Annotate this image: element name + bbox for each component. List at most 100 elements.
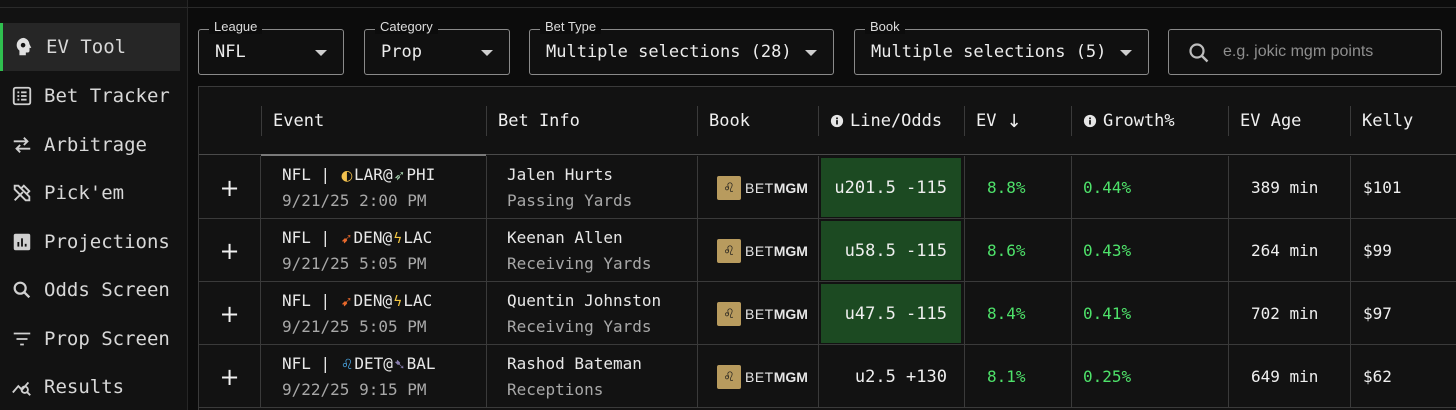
column-separator — [1071, 106, 1072, 136]
row-divider — [964, 345, 965, 408]
book-select[interactable]: Book Multiple selections (5) — [854, 19, 1149, 75]
row-divider — [1228, 156, 1229, 219]
lion-icon: ♌ — [717, 176, 741, 200]
betmgm-logo: ♌ BET MGM — [717, 238, 808, 264]
lion-icon: ♌ — [717, 365, 741, 389]
book-name-mgm: MGM — [773, 180, 808, 196]
table-row[interactable]: + NFL | ➹DEN@ϟLAC 9/21/25 5:05 PM Quenti… — [199, 282, 1456, 345]
sidebar-divider — [0, 7, 188, 8]
table-row[interactable]: + NFL | ➹DEN@ϟLAC 9/21/25 5:05 PM Keenan… — [199, 219, 1456, 282]
row-divider — [1228, 219, 1229, 282]
column-header-bet-info[interactable]: Bet Info — [486, 87, 697, 155]
chevron-down-icon — [1120, 50, 1132, 56]
betmgm-logo: ♌ BET MGM — [717, 364, 808, 390]
header-divider — [188, 7, 1456, 8]
event-matchup: NFL | ➹DEN@ϟLAC — [282, 228, 432, 247]
eagles-logo-icon: ➶ — [393, 168, 406, 184]
at-separator: @ — [382, 165, 393, 184]
sidebar-item-projections[interactable]: Projections — [0, 218, 180, 266]
broncos-logo-icon: ➹ — [340, 294, 353, 310]
sidebar-item-pickem[interactable]: Pick'em — [0, 169, 180, 217]
row-divider — [260, 282, 261, 345]
column-header-event[interactable]: Event — [261, 87, 486, 155]
home-team: LAC — [403, 291, 433, 310]
row-divider — [260, 156, 261, 219]
column-header-label: Book — [709, 111, 750, 131]
row-divider — [1350, 219, 1351, 282]
book-name-bet: BET — [745, 180, 774, 196]
row-divider — [486, 345, 487, 408]
book-name-mgm: MGM — [773, 369, 808, 385]
book-name-mgm: MGM — [773, 306, 808, 322]
league-select[interactable]: League NFL — [198, 19, 344, 75]
category-select[interactable]: Category Prop — [364, 19, 510, 75]
chevron-down-icon — [805, 50, 817, 56]
line-odds-cell[interactable]: u58.5 -115 — [821, 221, 961, 280]
line-odds-cell[interactable]: u201.5 -115 — [821, 158, 961, 217]
row-divider — [1350, 156, 1351, 219]
category-value: Prop — [381, 42, 422, 62]
player-name: Rashod Bateman — [507, 354, 642, 373]
line-odds-cell[interactable]: u2.5 +130 — [821, 347, 961, 406]
expand-row-button[interactable]: + — [199, 282, 260, 345]
kelly-value: $99 — [1363, 241, 1392, 260]
league-tag: NFL | — [282, 165, 331, 184]
row-divider — [1350, 282, 1351, 345]
row-divider — [260, 219, 261, 282]
league-tag: NFL | — [282, 291, 331, 310]
sidebar-item-label: Bet Tracker — [44, 85, 170, 107]
sidebar-item-label: Prop Screen — [44, 328, 170, 350]
kelly-value: $62 — [1363, 367, 1392, 386]
sidebar-item-results[interactable]: Results — [0, 363, 180, 410]
ev-value: 8.1% — [987, 367, 1026, 386]
column-header-ev-age[interactable]: EV Age — [1228, 87, 1350, 155]
event-datetime: 9/21/25 5:05 PM — [282, 254, 427, 273]
row-divider — [1071, 345, 1072, 408]
column-header-line-odds[interactable]: Line/Odds — [818, 87, 964, 155]
column-header-kelly[interactable]: Kelly — [1350, 87, 1456, 155]
column-header-label: Event — [273, 111, 325, 131]
book-name-bet: BET — [745, 306, 774, 322]
market-name: Passing Yards — [507, 191, 633, 210]
row-divider — [1228, 345, 1229, 408]
trend-search-icon — [10, 375, 34, 399]
bet-type-label: Bet Type — [540, 19, 602, 34]
search-input[interactable] — [1223, 38, 1433, 66]
market-name: Receiving Yards — [507, 317, 652, 336]
chargers-logo-icon: ϟ — [393, 294, 403, 310]
away-team: DEN — [353, 291, 383, 310]
sidebar-item-odds-screen[interactable]: Odds Screen — [0, 266, 180, 314]
sidebar-item-arbitrage[interactable]: Arbitrage — [0, 121, 180, 169]
row-divider — [697, 282, 698, 345]
growth-value: 0.25% — [1083, 367, 1132, 386]
sidebar-item-label: Odds Screen — [44, 279, 170, 301]
player-name: Quentin Johnston — [507, 291, 662, 310]
tools-icon — [10, 181, 34, 205]
info-icon[interactable] — [1083, 114, 1097, 128]
sidebar-item-prop-screen[interactable]: Prop Screen — [0, 315, 180, 363]
away-team: LAR — [354, 165, 383, 184]
search-box[interactable] — [1168, 29, 1442, 75]
column-header-growth[interactable]: Growth% — [1071, 87, 1228, 155]
expand-row-button[interactable]: + — [199, 345, 260, 408]
column-header-label: Kelly — [1362, 111, 1414, 131]
line-odds-cell[interactable]: u47.5 -115 — [821, 284, 961, 343]
ev-age-value: 389 min — [1251, 178, 1319, 197]
bet-type-select[interactable]: Bet Type Multiple selections (28) — [529, 19, 834, 75]
lion-icon: ♌ — [717, 302, 741, 326]
book-name-bet: BET — [745, 243, 774, 259]
broncos-logo-icon: ➹ — [340, 231, 353, 247]
row-divider — [486, 282, 487, 345]
table-row[interactable]: + NFL | ◐LAR@➶PHI 9/21/25 2:00 PM Jalen … — [199, 156, 1456, 219]
column-header-ev[interactable]: EV ↓ — [964, 87, 1071, 155]
table-row[interactable]: + NFL | ♌DET@➷BAL 9/22/25 9:15 PM Rashod… — [199, 345, 1456, 408]
column-header-book[interactable]: Book — [697, 87, 818, 155]
brain-head-icon — [12, 35, 36, 59]
info-icon[interactable] — [830, 114, 844, 128]
expand-row-button[interactable]: + — [199, 156, 260, 219]
sidebar-item-ev-tool[interactable]: EV Tool — [0, 23, 180, 71]
ravens-logo-icon: ➷ — [393, 357, 406, 373]
expand-row-button[interactable]: + — [199, 219, 260, 282]
event-datetime: 9/22/25 9:15 PM — [282, 380, 427, 399]
sidebar-item-bet-tracker[interactable]: Bet Tracker — [0, 72, 180, 120]
